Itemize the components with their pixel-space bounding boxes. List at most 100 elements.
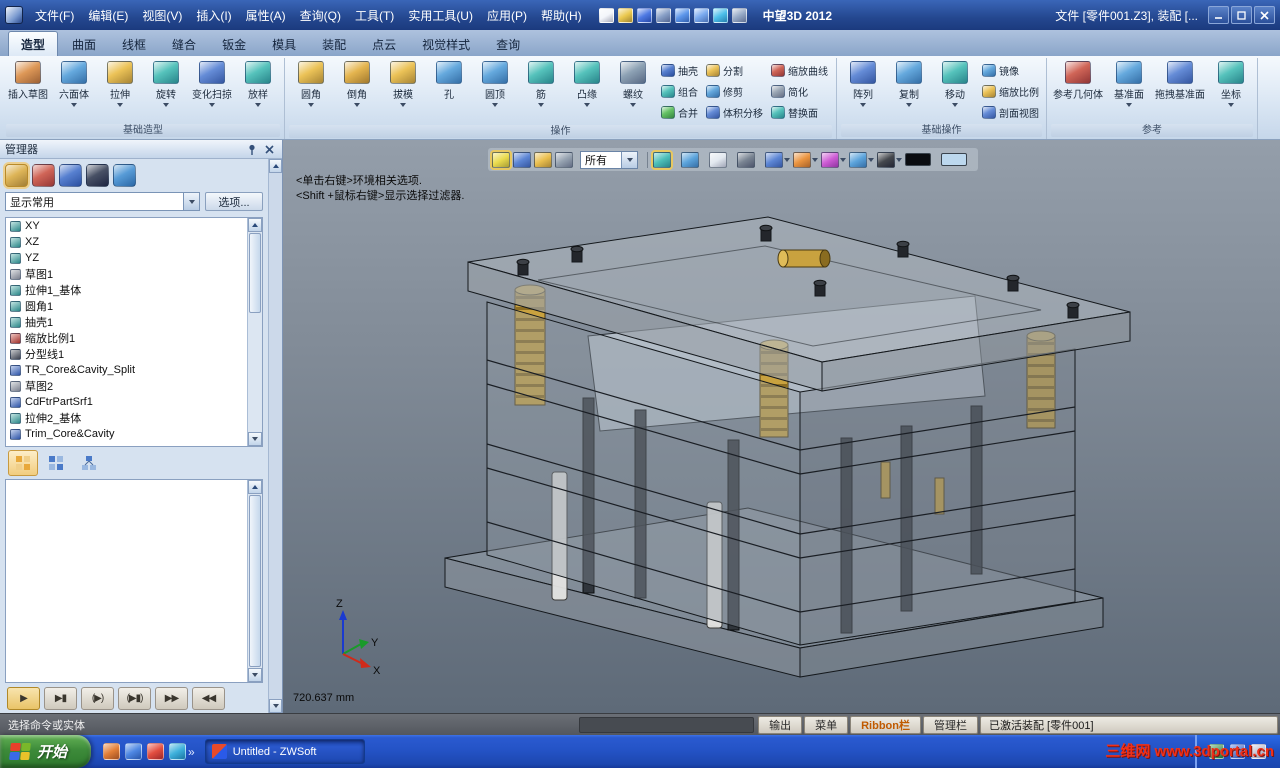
ribbon-command-button[interactable]: 圆角 — [288, 58, 334, 124]
tree-item[interactable]: 分型线1 — [6, 346, 247, 362]
viewport-tool-icon[interactable] — [492, 151, 510, 168]
ribbon-tab[interactable]: 点云 — [360, 32, 408, 56]
playback-button[interactable]: ◀◀ — [192, 686, 225, 710]
tree-item[interactable]: 拉伸2_基体 — [6, 410, 247, 426]
ribbon-command-button[interactable]: 阵列 — [840, 58, 886, 123]
quick-launch-icon[interactable] — [103, 743, 121, 760]
viewport-tool-icon[interactable] — [534, 151, 552, 168]
toolbar-icon[interactable] — [617, 7, 633, 23]
maximize-button[interactable] — [1231, 6, 1252, 24]
ribbon-command-button[interactable]: 拔模 — [380, 58, 426, 124]
minimize-button[interactable] — [1208, 6, 1229, 24]
tray-icon[interactable] — [1251, 744, 1266, 759]
ribbon-command-button[interactable]: 孔 — [426, 58, 472, 124]
ribbon-command-button[interactable]: 抽壳 — [661, 61, 698, 80]
viewport-tool-icon[interactable] — [513, 151, 531, 168]
manager-mode-icon[interactable] — [86, 163, 109, 187]
scroll-up-icon[interactable] — [248, 480, 262, 494]
tree-item[interactable]: Trim_Core&Cavity — [6, 426, 247, 442]
menu-item[interactable]: 工具(T) — [348, 3, 401, 28]
playback-button[interactable]: (▶▮) — [118, 686, 151, 710]
toolbar-icon[interactable] — [598, 7, 614, 23]
menu-item[interactable]: 文件(F) — [28, 3, 81, 28]
toolbar-icon[interactable] — [712, 7, 728, 23]
tree-item[interactable]: XY — [6, 218, 247, 234]
dropdown-arrow-icon[interactable] — [784, 157, 790, 162]
manager-mode-icon[interactable] — [113, 163, 136, 187]
tree-scrollbar[interactable] — [247, 218, 262, 446]
statusbar-toggle-button[interactable]: 菜单 — [804, 715, 849, 734]
ribbon-command-button[interactable]: 替换面 — [771, 103, 828, 122]
ribbon-tab[interactable]: 钣金 — [210, 32, 258, 56]
scrollbar-thumb[interactable] — [249, 495, 261, 667]
toolbar-icon[interactable] — [693, 7, 709, 23]
scroll-up-icon[interactable] — [269, 159, 282, 173]
manager-mode-icon[interactable] — [59, 163, 82, 187]
ribbon-command-button[interactable]: 移动 — [932, 58, 978, 123]
tree-item[interactable]: 草图2 — [6, 378, 247, 394]
playback-button[interactable]: ▶ — [7, 686, 40, 710]
scroll-up-icon[interactable] — [248, 218, 262, 232]
menu-item[interactable]: 实用工具(U) — [401, 3, 480, 28]
selection-filter-combo[interactable]: 所有 — [580, 150, 638, 169]
ribbon-command-button[interactable]: 复制 — [886, 58, 932, 123]
ribbon-command-button[interactable]: 剖面视图 — [982, 103, 1039, 122]
ribbon-command-button[interactable]: 拉伸 — [97, 58, 143, 123]
ribbon-command-button[interactable]: 放样 — [235, 58, 281, 123]
toolbar-icon[interactable] — [655, 7, 671, 23]
menu-item[interactable]: 编辑(E) — [81, 3, 135, 28]
status-input-field[interactable] — [579, 716, 755, 733]
ribbon-command-button[interactable]: 坐标 — [1208, 58, 1254, 123]
ribbon-command-button[interactable]: 拖拽基准面 — [1152, 58, 1208, 123]
manager-mode-icon[interactable] — [32, 163, 55, 187]
close-panel-icon[interactable] — [262, 142, 277, 156]
structure-view-tab[interactable] — [74, 450, 104, 476]
assembly-view-tab[interactable] — [41, 450, 71, 476]
menu-item[interactable]: 帮助(H) — [534, 3, 589, 28]
dropdown-arrow-icon[interactable] — [868, 157, 874, 162]
display-mode-icon[interactable] — [681, 151, 699, 168]
dropdown-arrow-icon[interactable] — [840, 157, 846, 162]
menu-item[interactable]: 视图(V) — [135, 3, 189, 28]
display-mode-icon[interactable] — [653, 151, 671, 168]
quick-launch-icon[interactable] — [125, 743, 143, 760]
display-mode-icon[interactable] — [905, 153, 931, 166]
ribbon-command-button[interactable]: 凸缘 — [564, 58, 610, 124]
tree-item[interactable]: CdFtrPartSrf1 — [6, 394, 247, 410]
ribbon-tab[interactable]: 缝合 — [160, 32, 208, 56]
ribbon-command-button[interactable]: 镜像 — [982, 61, 1039, 80]
ribbon-command-button[interactable]: 参考几何体 — [1050, 58, 1106, 123]
toolbar-icon[interactable] — [674, 7, 690, 23]
ribbon-tab[interactable]: 线框 — [110, 32, 158, 56]
tree-item[interactable]: YZ — [6, 250, 247, 266]
3d-canvas[interactable]: Z Y X — [283, 140, 1280, 713]
statusbar-toggle-button[interactable]: 输出 — [758, 715, 803, 734]
ribbon-command-button[interactable]: 分割 — [706, 61, 763, 80]
tree-item[interactable]: 草图1 — [6, 266, 247, 282]
tree-item[interactable]: 缩放比例1 — [6, 330, 247, 346]
ribbon-tab[interactable]: 查询 — [484, 32, 532, 56]
display-filter-dropdown[interactable]: 显示常用 — [5, 192, 200, 211]
viewport[interactable]: Z Y X 所有 <单击右键>环境相关选项. <Shift +鼠标右键>显示选择… — [283, 140, 1280, 713]
menu-item[interactable]: 插入(I) — [189, 3, 238, 28]
playback-button[interactable]: ▶▶ — [155, 686, 188, 710]
ribbon-command-button[interactable]: 缩放比例 — [982, 82, 1039, 101]
ribbon-tab[interactable]: 曲面 — [60, 32, 108, 56]
tray-icon[interactable] — [1230, 744, 1245, 759]
toolbar-icon[interactable] — [731, 7, 747, 23]
ribbon-command-button[interactable]: 插入草图 — [5, 58, 51, 123]
statusbar-toggle-button[interactable]: Ribbon栏 — [850, 715, 921, 734]
panel-scrollbar[interactable] — [268, 159, 282, 713]
ribbon-tab[interactable]: 装配 — [310, 32, 358, 56]
ribbon-command-button[interactable]: 变化扫掠 — [189, 58, 235, 123]
tree-item[interactable]: TR_Core&Cavity_Split — [6, 362, 247, 378]
task-button[interactable]: Untitled - ZWSoft — [204, 739, 365, 764]
ribbon-command-button[interactable]: 圆顶 — [472, 58, 518, 124]
scroll-down-icon[interactable] — [269, 699, 282, 713]
quick-launch-icon[interactable] — [147, 743, 165, 760]
scroll-down-icon[interactable] — [248, 668, 262, 682]
ribbon-command-button[interactable]: 修剪 — [706, 82, 763, 101]
display-mode-icon[interactable] — [765, 151, 783, 168]
tree-item[interactable]: 抽壳1 — [6, 314, 247, 330]
playback-button[interactable]: (▶) — [81, 686, 114, 710]
